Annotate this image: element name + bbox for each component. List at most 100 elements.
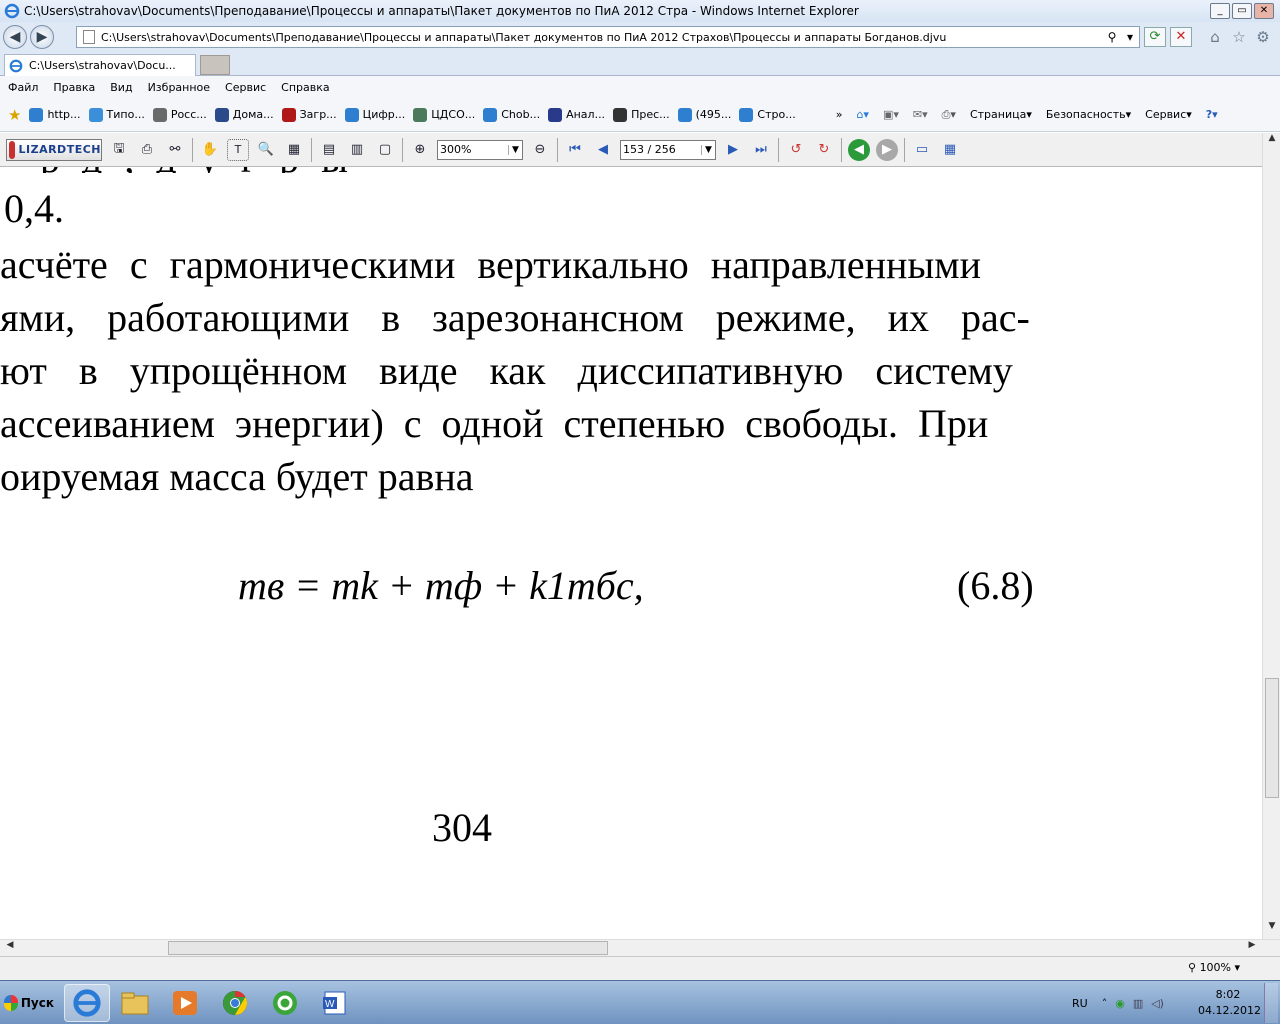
favorite-link[interactable]: Типо...: [88, 107, 145, 122]
clock[interactable]: 8:02 04.12.2012: [1198, 987, 1261, 1019]
horizontal-scrollbar[interactable]: ◀ ▶: [0, 939, 1280, 956]
favorites-chevron-icon[interactable]: »: [836, 108, 843, 121]
zoom-out-icon[interactable]: ⊖: [529, 139, 551, 161]
last-page-icon[interactable]: ⏭: [750, 139, 772, 161]
first-page-icon[interactable]: ⏮: [564, 139, 586, 161]
next-page-icon[interactable]: ▶: [722, 139, 744, 161]
title-bar: C:\Users\strahovav\Documents\Преподавани…: [0, 0, 1280, 22]
svg-text:W: W: [325, 999, 335, 1010]
lizardtech-logo[interactable]: LIZARDTECH: [6, 138, 102, 161]
favorite-link[interactable]: Росс...: [152, 107, 207, 122]
favorite-link[interactable]: Загр...: [281, 107, 337, 122]
taskbar-word-icon[interactable]: W: [312, 984, 358, 1022]
stop-button[interactable]: ✕: [1170, 27, 1192, 47]
fit-width-icon[interactable]: ▤: [318, 139, 340, 161]
menu-view[interactable]: Вид: [110, 81, 132, 94]
zoom-select-icon[interactable]: 🔍: [255, 139, 277, 161]
start-button[interactable]: Пуск: [0, 985, 54, 1021]
address-field[interactable]: C:\Users\strahovav\Documents\Преподавани…: [76, 26, 1140, 48]
rotate-right-icon[interactable]: ↻: [813, 139, 835, 161]
vertical-scrollbar[interactable]: ▲ ▼: [1262, 133, 1280, 939]
favorite-link[interactable]: ЦДСО...: [413, 107, 475, 122]
find-binoculars-icon[interactable]: ⚯: [164, 139, 186, 161]
menu-help[interactable]: Справка: [281, 81, 329, 94]
scroll-left-icon[interactable]: ◀: [2, 940, 18, 956]
status-bar: ⚲ 100% ▾: [0, 956, 1280, 980]
save-icon[interactable]: 🖫: [108, 139, 130, 161]
print-icon[interactable]: ⎙▾: [942, 108, 956, 122]
search-icon[interactable]: ⚲: [1103, 30, 1121, 44]
zoom-in-icon[interactable]: ⊕: [409, 139, 431, 161]
thumbnails-icon[interactable]: ▦: [939, 139, 961, 161]
refresh-button[interactable]: ⟳: [1144, 27, 1166, 47]
menu-edit[interactable]: Правка: [53, 81, 95, 94]
help-icon[interactable]: ?▾: [1206, 108, 1218, 121]
scroll-right-icon[interactable]: ▶: [1244, 940, 1260, 956]
rotate-left-icon[interactable]: ↺: [785, 139, 807, 161]
menu-tools[interactable]: Сервис: [225, 81, 266, 94]
document-line: оируемая масса будет равна: [0, 454, 474, 499]
text-select-icon[interactable]: T: [227, 138, 249, 161]
minimize-button[interactable]: _: [1210, 3, 1230, 19]
favorite-site-icon: [152, 107, 167, 122]
favorites-star-icon[interactable]: ☆: [1228, 27, 1250, 47]
favorite-link[interactable]: (495...: [677, 107, 731, 122]
favorites-star-icon[interactable]: ★: [8, 106, 21, 124]
close-button[interactable]: ✕: [1254, 3, 1274, 19]
mail-icon[interactable]: ✉▾: [913, 108, 928, 121]
taskbar-media-player-icon[interactable]: [162, 984, 208, 1022]
back-green-icon[interactable]: ◀: [848, 138, 870, 161]
back-button[interactable]: ◀: [3, 25, 27, 49]
tools-gear-icon[interactable]: ⚙: [1252, 27, 1274, 47]
favorite-link[interactable]: Стро...: [739, 107, 796, 122]
new-tab-button[interactable]: [200, 55, 230, 75]
hand-tool-icon[interactable]: ✋: [199, 139, 221, 161]
fit-page-icon[interactable]: ▥: [346, 139, 368, 161]
prev-page-icon[interactable]: ◀: [592, 139, 614, 161]
favorite-link[interactable]: Прес...: [613, 107, 670, 122]
forward-button[interactable]: ▶: [30, 25, 54, 49]
print-icon[interactable]: ⎙: [136, 139, 158, 161]
home-menu-icon[interactable]: ⌂▾: [856, 108, 869, 121]
favorite-link[interactable]: http...: [29, 107, 81, 122]
taskbar-icq-icon[interactable]: [262, 984, 308, 1022]
zoom-level[interactable]: ⚲ 100% ▾: [1188, 961, 1240, 974]
page-select[interactable]: 153 / 256 ▼: [620, 139, 716, 160]
vertical-scroll-thumb[interactable]: [1265, 678, 1279, 798]
chevron-down-icon[interactable]: ▼: [701, 144, 715, 155]
safety-menu[interactable]: Безопасность ▾: [1046, 108, 1131, 121]
actual-size-icon[interactable]: ▢: [374, 139, 396, 161]
show-hidden-icons-icon[interactable]: ˄: [1102, 997, 1108, 1010]
scroll-down-icon[interactable]: ▼: [1263, 921, 1280, 937]
favorite-link[interactable]: Дома...: [214, 107, 274, 122]
forward-gray-icon[interactable]: ▶: [876, 138, 898, 161]
favorite-link[interactable]: Цифр...: [344, 107, 405, 122]
tray-icq-icon[interactable]: ◉: [1115, 997, 1125, 1010]
volume-icon[interactable]: ◁): [1151, 997, 1164, 1010]
taskbar-explorer-folder-icon[interactable]: [112, 984, 158, 1022]
favorite-site-icon: [677, 107, 692, 122]
zoom-select[interactable]: 300% ▼: [437, 139, 523, 160]
tab-current[interactable]: C:\Users\strahovav\Docu...: [4, 54, 196, 76]
network-icon[interactable]: ▥: [1133, 997, 1143, 1010]
favorite-link[interactable]: Chob...: [483, 107, 540, 122]
menu-file[interactable]: Файл: [8, 81, 38, 94]
document-view[interactable]: р д , д у г р ы 0,4. асчёте с гармоничес…: [0, 167, 1262, 939]
horizontal-scroll-thumb[interactable]: [168, 941, 608, 955]
show-desktop-button[interactable]: [1264, 983, 1278, 1023]
menu-favorites[interactable]: Избранное: [148, 81, 210, 94]
home-icon[interactable]: ⌂: [1204, 27, 1226, 47]
region-select-icon[interactable]: ▦: [283, 139, 305, 161]
address-dropdown-icon[interactable]: ▾: [1121, 30, 1139, 44]
favorite-link[interactable]: Анал...: [548, 107, 605, 122]
page-menu[interactable]: Страница ▾: [970, 108, 1032, 121]
tools-menu[interactable]: Сервис ▾: [1145, 108, 1192, 121]
single-page-view-icon[interactable]: ▭: [911, 139, 933, 161]
language-indicator[interactable]: RU: [1072, 997, 1088, 1010]
taskbar-internet-explorer-icon[interactable]: [64, 984, 110, 1022]
scroll-up-icon[interactable]: ▲: [1263, 133, 1280, 149]
feeds-icon[interactable]: ▣▾: [883, 108, 899, 121]
chevron-down-icon[interactable]: ▼: [508, 144, 522, 155]
maximize-button[interactable]: ▭: [1232, 3, 1252, 19]
taskbar-chrome-icon[interactable]: [212, 984, 258, 1022]
